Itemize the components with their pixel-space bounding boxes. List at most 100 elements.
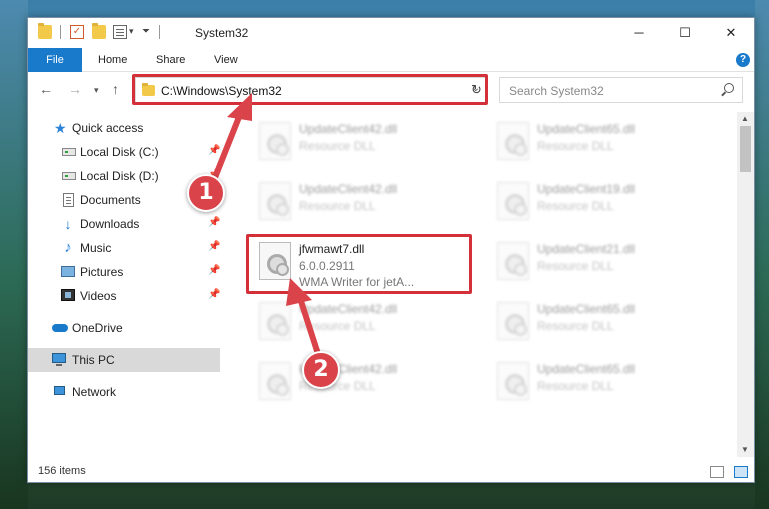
- desktop-background-left: [0, 0, 28, 509]
- properties-icon[interactable]: [113, 25, 127, 39]
- music-note-icon: ♪: [64, 239, 72, 256]
- sidebar-item-this-pc[interactable]: This PC: [28, 348, 220, 372]
- dll-file-icon: [259, 302, 291, 340]
- sidebar-item-label: Quick access: [72, 121, 144, 135]
- properties-check-icon[interactable]: ✓: [70, 25, 84, 39]
- ribbon-tabs: File Home Share View ?: [28, 48, 754, 72]
- list-item[interactable]: UpdateClient42.dll Resource DLL: [245, 352, 475, 406]
- list-item[interactable]: UpdateClient65.dll Resource DLL: [483, 292, 713, 346]
- list-item[interactable]: UpdateClient42.dll Resource DLL: [245, 112, 475, 166]
- dll-file-icon: [497, 122, 529, 160]
- file-description: Resource DLL: [537, 259, 614, 273]
- dll-file-icon: [259, 362, 291, 400]
- sidebar-item-videos[interactable]: Videos 📌: [28, 284, 220, 308]
- address-highlight-box: [132, 74, 488, 105]
- sidebar-item-label: Documents: [80, 193, 141, 207]
- list-item[interactable]: UpdateClient21.dll Resource DLL: [483, 232, 713, 286]
- download-icon: ↓: [64, 216, 72, 232]
- up-arrow-icon[interactable]: ↑: [112, 81, 119, 97]
- list-item[interactable]: UpdateClient65.dll Resource DLL: [483, 352, 713, 406]
- pin-icon[interactable]: 📌: [208, 265, 220, 276]
- help-icon[interactable]: ?: [736, 53, 750, 67]
- file-name: UpdateClient42.dll: [299, 302, 398, 316]
- details-view-icon[interactable]: [710, 466, 724, 478]
- computer-icon: [52, 353, 66, 366]
- large-icons-view-icon[interactable]: [734, 466, 748, 478]
- list-item[interactable]: UpdateClient65.dll Resource DLL: [483, 112, 713, 166]
- sidebar-item-onedrive[interactable]: OneDrive: [28, 316, 220, 340]
- sidebar-item-quick-access[interactable]: ★ Quick access: [28, 116, 220, 140]
- sidebar-item-local-disk-c[interactable]: Local Disk (C:) 📌: [28, 140, 220, 164]
- pictures-icon: [61, 266, 75, 277]
- file-description: Resource DLL: [537, 139, 614, 153]
- file-description: Resource DLL: [537, 379, 614, 393]
- folder-icon: [38, 23, 52, 39]
- file-name: UpdateClient19.dll: [537, 182, 636, 196]
- sidebar-item-label: Network: [72, 385, 117, 399]
- file-name: UpdateClient65.dll: [537, 122, 636, 136]
- title-bar: ✓ ▾ ⏷ System32 ─ ☐ ✕: [28, 18, 754, 48]
- navigation-pane: ★ Quick access Local Disk (C:) 📌 Local D…: [28, 112, 222, 457]
- vertical-scrollbar[interactable]: ▲ ▼: [737, 112, 754, 457]
- search-input[interactable]: Search System32: [499, 77, 743, 103]
- dll-file-icon: [497, 362, 529, 400]
- pin-icon[interactable]: 📌: [208, 217, 220, 228]
- new-folder-icon[interactable]: [92, 23, 106, 39]
- tab-home[interactable]: Home: [98, 48, 127, 72]
- step-marker-two: 2: [302, 351, 340, 389]
- dll-file-icon: [259, 182, 291, 220]
- step-marker-one: 1: [187, 174, 225, 212]
- file-description: Resource DLL: [299, 319, 376, 333]
- file-highlight-box: [246, 234, 472, 294]
- sidebar-item-music[interactable]: ♪ Music 📌: [28, 236, 220, 260]
- divider: [60, 25, 61, 39]
- scrollbar-thumb[interactable]: [740, 126, 751, 172]
- sidebar-item-label: Pictures: [80, 265, 124, 279]
- sidebar-item-label: Downloads: [80, 217, 140, 231]
- file-description: Resource DLL: [537, 199, 614, 213]
- forward-arrow-icon[interactable]: →: [68, 81, 82, 97]
- tab-view[interactable]: View: [214, 48, 238, 72]
- file-description: Resource DLL: [299, 199, 376, 213]
- sidebar-item-label: This PC: [72, 353, 115, 367]
- list-item[interactable]: UpdateClient42.dll Resource DLL: [245, 172, 475, 226]
- scroll-down-icon[interactable]: ▼: [741, 445, 749, 454]
- tab-file[interactable]: File: [28, 48, 82, 72]
- list-item[interactable]: UpdateClient19.dll Resource DLL: [483, 172, 713, 226]
- sidebar-item-downloads[interactable]: ↓ Downloads 📌: [28, 212, 221, 236]
- chevron-down-icon[interactable]: ▾: [129, 26, 134, 37]
- film-icon: [61, 289, 75, 301]
- pin-icon[interactable]: 📌: [208, 289, 220, 300]
- list-item[interactable]: UpdateClient42.dll Resource DLL: [245, 292, 475, 346]
- minimize-button[interactable]: ─: [616, 18, 662, 48]
- tab-share[interactable]: Share: [156, 48, 185, 72]
- sidebar-item-label: Videos: [80, 289, 117, 303]
- back-arrow-icon[interactable]: ←: [39, 81, 53, 97]
- sidebar-item-label: Local Disk (D:): [80, 169, 159, 183]
- item-count: 156 items: [38, 465, 86, 477]
- pin-icon[interactable]: 📌: [208, 241, 220, 252]
- network-icon: [54, 386, 65, 395]
- file-name: UpdateClient42.dll: [299, 122, 398, 136]
- maximize-button[interactable]: ☐: [662, 18, 708, 48]
- file-name: UpdateClient42.dll: [299, 182, 398, 196]
- search-icon[interactable]: [724, 83, 734, 93]
- scroll-up-icon[interactable]: ▲: [741, 114, 749, 123]
- desktop-background-right: [755, 0, 769, 509]
- recent-locations-chevron-icon[interactable]: ▾: [94, 85, 99, 96]
- customize-toolbar-icon[interactable]: ⏷: [142, 26, 150, 37]
- star-icon: ★: [54, 120, 67, 136]
- pin-icon[interactable]: 📌: [208, 145, 220, 156]
- dll-file-icon: [497, 242, 529, 280]
- cloud-icon: [52, 324, 68, 332]
- sidebar-item-network[interactable]: Network: [28, 380, 220, 404]
- explorer-window: ✓ ▾ ⏷ System32 ─ ☐ ✕ File Home Share Vie…: [27, 17, 755, 483]
- sidebar-item-label: Local Disk (C:): [80, 145, 159, 159]
- file-description: Resource DLL: [299, 139, 376, 153]
- close-button[interactable]: ✕: [708, 18, 754, 48]
- drive-icon: [62, 148, 76, 156]
- sidebar-item-label: OneDrive: [72, 321, 123, 335]
- file-name: UpdateClient21.dll: [537, 242, 636, 256]
- sidebar-item-pictures[interactable]: Pictures 📌: [28, 260, 220, 284]
- search-placeholder: Search System32: [509, 84, 604, 98]
